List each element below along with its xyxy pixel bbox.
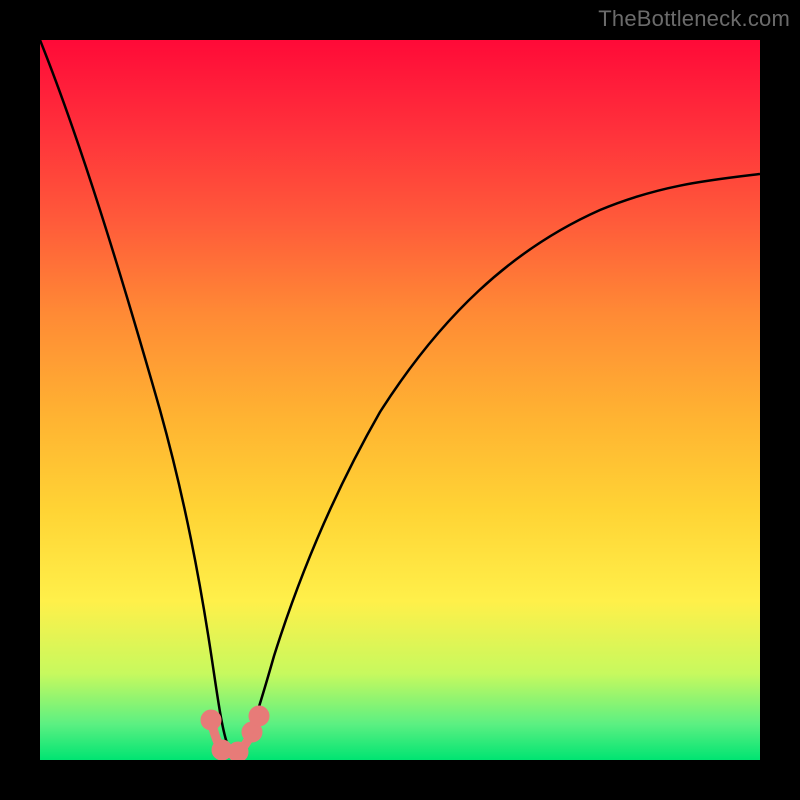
marker-dot xyxy=(246,726,258,738)
chart-frame: TheBottleneck.com xyxy=(0,0,800,800)
plot-area xyxy=(40,40,760,760)
marker-dot xyxy=(253,710,265,722)
marker-group xyxy=(205,710,265,758)
curve-layer xyxy=(40,40,760,760)
watermark-text: TheBottleneck.com xyxy=(598,6,790,32)
bottleneck-curve xyxy=(40,40,760,754)
